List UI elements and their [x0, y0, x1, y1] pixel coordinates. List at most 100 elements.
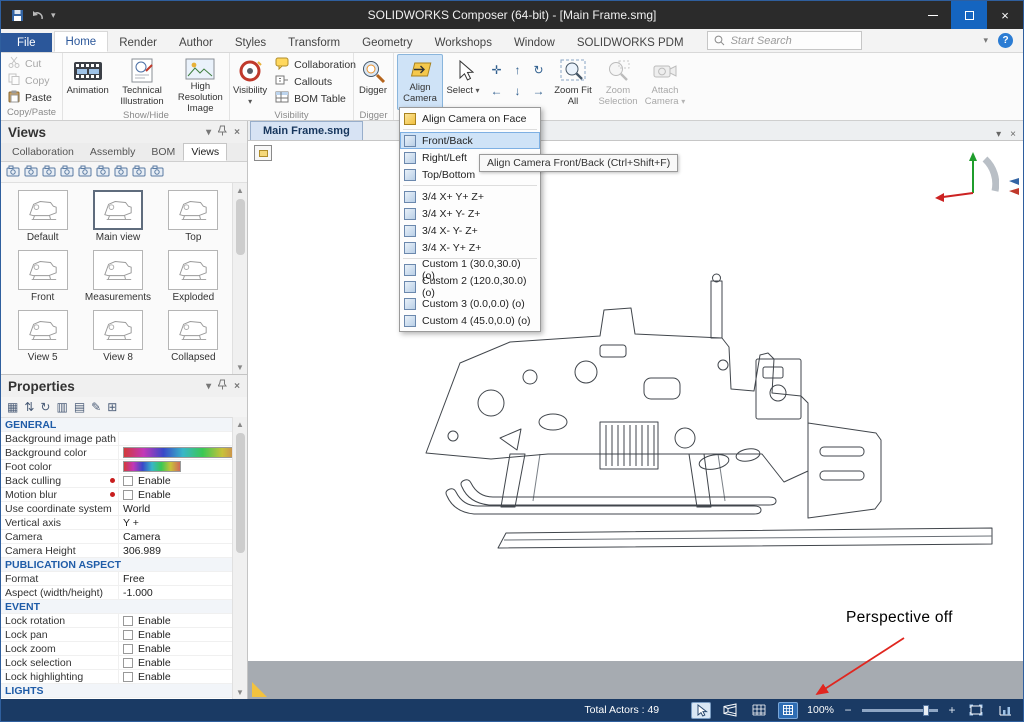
attach-camera-button[interactable]: Attach Camera ▾	[642, 54, 688, 110]
advanced-icon[interactable]: ▤	[74, 400, 85, 414]
view-item-view-8[interactable]: View 8	[80, 310, 155, 363]
bom-table-button[interactable]: BOM Table	[269, 90, 352, 107]
align-menu-item-3-4-x-y-z[interactable]: 3/4 X- Y- Z+	[400, 222, 540, 239]
prop-value[interactable]: Enable	[119, 642, 247, 655]
checkbox[interactable]	[123, 476, 133, 486]
camera-view-icon-2[interactable]	[114, 165, 128, 180]
align-menu-item-custom-4-45-0-0-0-o[interactable]: Custom 4 (45.0,0.0) (o)	[400, 312, 540, 329]
fit-view-icon[interactable]	[966, 702, 986, 719]
paper-mode-icon[interactable]	[778, 702, 798, 719]
prop-value[interactable]: Enable	[119, 614, 247, 627]
prop-row-lock-selection[interactable]: Lock selectionEnable	[1, 656, 247, 670]
camera-rotate-icon[interactable]: ↻	[529, 60, 548, 79]
paste-button[interactable]: Paste	[2, 89, 58, 106]
rename-view-icon[interactable]	[60, 165, 74, 180]
align-camera-button[interactable]: Align Camera ▾	[397, 54, 443, 110]
grid-toggle-icon[interactable]	[749, 702, 769, 719]
views-panel-tab-collaboration[interactable]: Collaboration	[4, 143, 82, 161]
checkbox[interactable]	[123, 490, 133, 500]
align-menu-item-custom-2-120-0-30-0-o[interactable]: Custom 2 (120.0,30.0) (o)	[400, 278, 540, 295]
prop-value[interactable]	[119, 446, 247, 459]
prop-row-lock-zoom[interactable]: Lock zoomEnable	[1, 642, 247, 656]
menu-tab-render[interactable]: Render	[108, 33, 168, 52]
prop-value[interactable]: Enable	[119, 656, 247, 669]
align-menu-item-3-4-x-y-z[interactable]: 3/4 X- Y+ Z+	[400, 239, 540, 256]
prop-row-camera-height[interactable]: Camera Height306.989	[1, 544, 247, 558]
prop-row-back-culling[interactable]: Back cullingEnable	[1, 474, 247, 488]
zoom-selection-button[interactable]: Zoom Selection	[594, 54, 642, 110]
visibility-button[interactable]: Visibility ▾	[231, 54, 269, 110]
color-gradient-swatch[interactable]	[123, 461, 181, 472]
camera-right-icon[interactable]: →	[529, 81, 548, 100]
properties-close-icon[interactable]: ×	[234, 381, 240, 392]
views-close-icon[interactable]: ×	[234, 127, 240, 138]
prop-value[interactable]: Free▾	[119, 572, 247, 585]
prop-value[interactable]: Enable	[119, 628, 247, 641]
view-item-top[interactable]: Top	[156, 190, 231, 243]
prop-value[interactable]: World▾	[119, 502, 247, 515]
checkbox[interactable]	[123, 616, 133, 626]
high-resolution-image-button[interactable]: High Resolution Image	[173, 54, 228, 110]
checkbox[interactable]	[123, 672, 133, 682]
checkbox[interactable]	[123, 644, 133, 654]
properties-menu-icon[interactable]: ▾	[206, 381, 211, 392]
refresh-icon[interactable]: ↻	[40, 400, 50, 414]
view-item-front[interactable]: Front	[5, 250, 80, 303]
view-item-measurements[interactable]: Measurements	[80, 250, 155, 303]
menu-tab-workshops[interactable]: Workshops	[424, 33, 503, 52]
camera-view-icon-4[interactable]	[150, 165, 164, 180]
menu-tab-author[interactable]: Author	[168, 33, 224, 52]
document-tab[interactable]: Main Frame.smg	[250, 121, 363, 140]
properties-pin-icon[interactable]	[218, 379, 227, 393]
digger-button[interactable]: Digger	[355, 54, 391, 110]
collaboration-button[interactable]: Collaboration	[269, 56, 362, 73]
prop-row-background-color[interactable]: Background color	[1, 446, 247, 460]
prop-value[interactable]: Enable	[119, 670, 247, 683]
minimize-button[interactable]	[915, 1, 951, 29]
camera-up-icon[interactable]: ↑	[508, 60, 527, 79]
view-item-main-view[interactable]: Main view	[80, 190, 155, 243]
prop-row-vertical-axis[interactable]: Vertical axisY +▾	[1, 516, 247, 530]
delete-view-icon[interactable]	[42, 165, 56, 180]
camera-down-icon[interactable]: ↓	[508, 81, 527, 100]
prop-value[interactable]: Camera▾	[119, 530, 247, 543]
menu-tab-window[interactable]: Window	[503, 33, 566, 52]
prop-row-background-image-path[interactable]: Background image path	[1, 432, 247, 446]
align-menu-item-front-back[interactable]: Front/Back	[400, 132, 540, 149]
camera-view-icon-1[interactable]	[96, 165, 110, 180]
ribbon-collapse-icon[interactable]: ▾	[983, 35, 988, 46]
views-pin-icon[interactable]	[218, 125, 227, 139]
views-scrollbar-thumb[interactable]	[236, 199, 245, 255]
view-item-view-5[interactable]: View 5	[5, 310, 80, 363]
update-view-icon[interactable]	[24, 165, 38, 180]
prop-row-lock-pan[interactable]: Lock panEnable	[1, 628, 247, 642]
views-menu-icon[interactable]: ▾	[206, 127, 211, 138]
views-scrollbar[interactable]: ▲▼	[232, 183, 247, 374]
create-view-icon[interactable]	[6, 165, 20, 180]
view-item-default[interactable]: Default	[5, 190, 80, 243]
menu-tab-solidworks-pdm[interactable]: SOLIDWORKS PDM	[566, 33, 695, 52]
perspective-toggle-icon[interactable]	[720, 702, 740, 719]
prop-row-lock-highlighting[interactable]: Lock highlightingEnable	[1, 670, 247, 684]
maximize-button[interactable]	[951, 1, 987, 29]
zoom-in-icon[interactable]: +	[947, 703, 957, 717]
views-panel-tab-views[interactable]: Views	[183, 143, 227, 161]
align-menu-item-align-camera-on-face[interactable]: Align Camera on Face	[400, 110, 540, 127]
properties-scrollbar-thumb[interactable]	[236, 433, 245, 553]
doc-close-icon[interactable]: ×	[1010, 129, 1016, 140]
prop-row-camera[interactable]: CameraCamera▾	[1, 530, 247, 544]
zoom-out-icon[interactable]: −	[843, 703, 853, 717]
view-item-exploded[interactable]: Exploded	[156, 250, 231, 303]
align-menu-item-3-4-x-y-z[interactable]: 3/4 X+ Y- Z+	[400, 205, 540, 222]
view-item-collapsed[interactable]: Collapsed	[156, 310, 231, 363]
technical-illustration-button[interactable]: Technical Illustration	[111, 54, 172, 110]
color-gradient-swatch[interactable]	[123, 447, 243, 458]
qat-customize-icon[interactable]: ▾	[51, 10, 56, 21]
cut-button[interactable]: Cut	[2, 55, 47, 72]
align-menu-item-3-4-x-y-z[interactable]: 3/4 X+ Y+ Z+	[400, 188, 540, 205]
views-panel-tab-bom[interactable]: BOM	[143, 143, 183, 161]
prop-row-aspect-width-height[interactable]: Aspect (width/height)-1.000	[1, 586, 247, 600]
prop-value[interactable]: Enable	[119, 474, 247, 487]
prop-value[interactable]: -1.000	[119, 586, 247, 599]
prop-row-format[interactable]: FormatFree▾	[1, 572, 247, 586]
